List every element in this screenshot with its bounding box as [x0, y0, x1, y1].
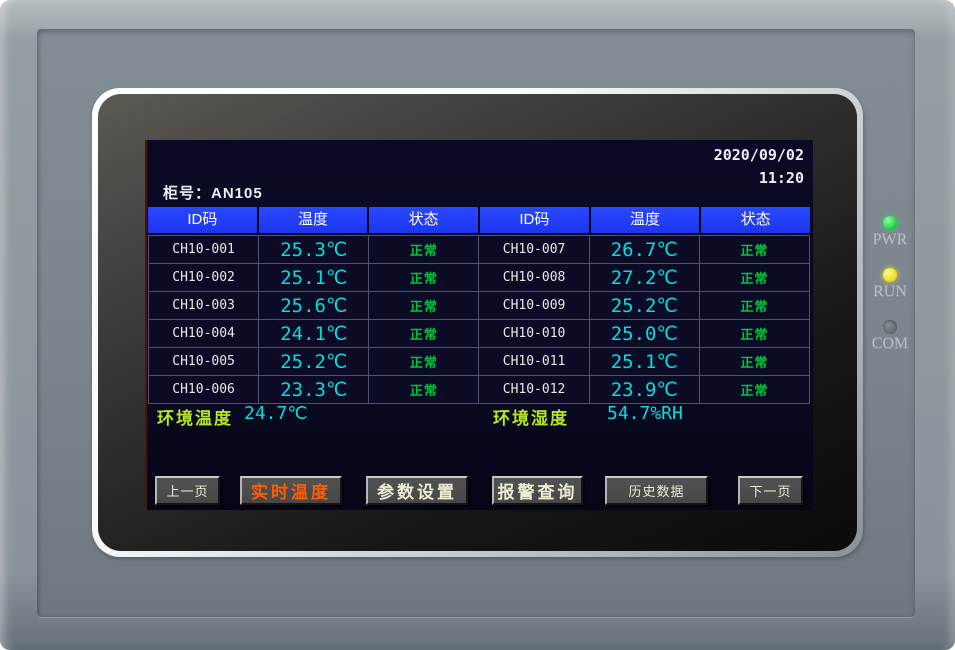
temperature-cell: 25.2℃: [259, 348, 368, 375]
next-page-button[interactable]: 下一页: [738, 476, 803, 505]
pwr-led: [883, 216, 897, 230]
channel-id-cell: CH10-007: [479, 236, 588, 263]
table-header-cell: 温度: [259, 207, 368, 233]
channel-id-cell: CH10-012: [479, 376, 588, 403]
cabinet-number-label: 柜号：AN105: [163, 182, 263, 203]
status-cell: 正常: [369, 348, 478, 375]
table-header-row: ID码温度状态ID码温度状态: [148, 207, 810, 233]
table-header-cell: 温度: [591, 207, 700, 233]
pwr-led-label: PWR: [860, 231, 920, 249]
status-cell: 正常: [700, 292, 809, 319]
status-cell: 正常: [700, 348, 809, 375]
device-frame: 2020/09/02 11:20 柜号：AN105 ID码温度状态ID码温度状态…: [0, 0, 955, 650]
run-led: [883, 268, 897, 282]
temperature-cell: 23.3℃: [259, 376, 368, 403]
table-header-cell: ID码: [480, 207, 589, 233]
channel-id-cell: CH10-010: [479, 320, 588, 347]
temperature-cell: 25.2℃: [590, 292, 699, 319]
ambient-humidity-value: 54.7%RH: [607, 403, 683, 424]
channel-id-cell: CH10-004: [149, 320, 258, 347]
table-body: CH10-00125.3℃正常CH10-00726.7℃正常CH10-00225…: [148, 235, 810, 404]
ambient-humidity-label: 环境湿度: [493, 404, 569, 429]
channel-id-cell: CH10-008: [479, 264, 588, 291]
lcd-screen: 2020/09/02 11:20 柜号：AN105 ID码温度状态ID码温度状态…: [145, 140, 813, 510]
temperature-cell: 25.1℃: [259, 264, 368, 291]
realtime-temp-button[interactable]: 实时温度: [240, 476, 342, 505]
channel-id-cell: CH10-003: [149, 292, 258, 319]
temperature-cell: 25.6℃: [259, 292, 368, 319]
temperature-cell: 23.9℃: [590, 376, 699, 403]
history-data-button[interactable]: 历史数据: [605, 476, 708, 505]
param-setup-button[interactable]: 参数设置: [366, 476, 468, 505]
table-header-cell: 状态: [701, 207, 810, 233]
temperature-cell: 27.2℃: [590, 264, 699, 291]
channel-id-cell: CH10-001: [149, 236, 258, 263]
status-cell: 正常: [369, 292, 478, 319]
time-display: 11:20: [759, 169, 804, 187]
run-led-label: RUN: [860, 283, 920, 301]
status-cell: 正常: [369, 236, 478, 263]
status-cell: 正常: [700, 264, 809, 291]
status-cell: 正常: [369, 320, 478, 347]
temperature-cell: 26.7℃: [590, 236, 699, 263]
com-led-label: COM: [860, 335, 920, 353]
table-header-cell: ID码: [148, 207, 257, 233]
ambient-temperature-value: 24.7℃: [244, 403, 308, 424]
channel-id-cell: CH10-006: [149, 376, 258, 403]
channel-id-cell: CH10-005: [149, 348, 258, 375]
prev-page-button[interactable]: 上一页: [155, 476, 220, 505]
temperature-cell: 25.3℃: [259, 236, 368, 263]
hmi-device: 2020/09/02 11:20 柜号：AN105 ID码温度状态ID码温度状态…: [0, 0, 955, 650]
temperature-cell: 25.1℃: [590, 348, 699, 375]
status-cell: 正常: [369, 376, 478, 403]
table-header-cell: 状态: [369, 207, 478, 233]
status-cell: 正常: [369, 264, 478, 291]
status-cell: 正常: [700, 320, 809, 347]
ambient-temperature-label: 环境温度: [157, 404, 233, 429]
channel-id-cell: CH10-009: [479, 292, 588, 319]
channel-id-cell: CH10-011: [479, 348, 588, 375]
temperature-cell: 24.1℃: [259, 320, 368, 347]
alarm-query-button[interactable]: 报警查询: [492, 476, 583, 505]
temperature-cell: 25.0℃: [590, 320, 699, 347]
channel-id-cell: CH10-002: [149, 264, 258, 291]
date-display: 2020/09/02: [714, 146, 804, 164]
com-led: [883, 320, 897, 334]
temperature-table: ID码温度状态ID码温度状态 CH10-00125.3℃正常CH10-00726…: [148, 207, 810, 404]
status-cell: 正常: [700, 376, 809, 403]
status-cell: 正常: [700, 236, 809, 263]
